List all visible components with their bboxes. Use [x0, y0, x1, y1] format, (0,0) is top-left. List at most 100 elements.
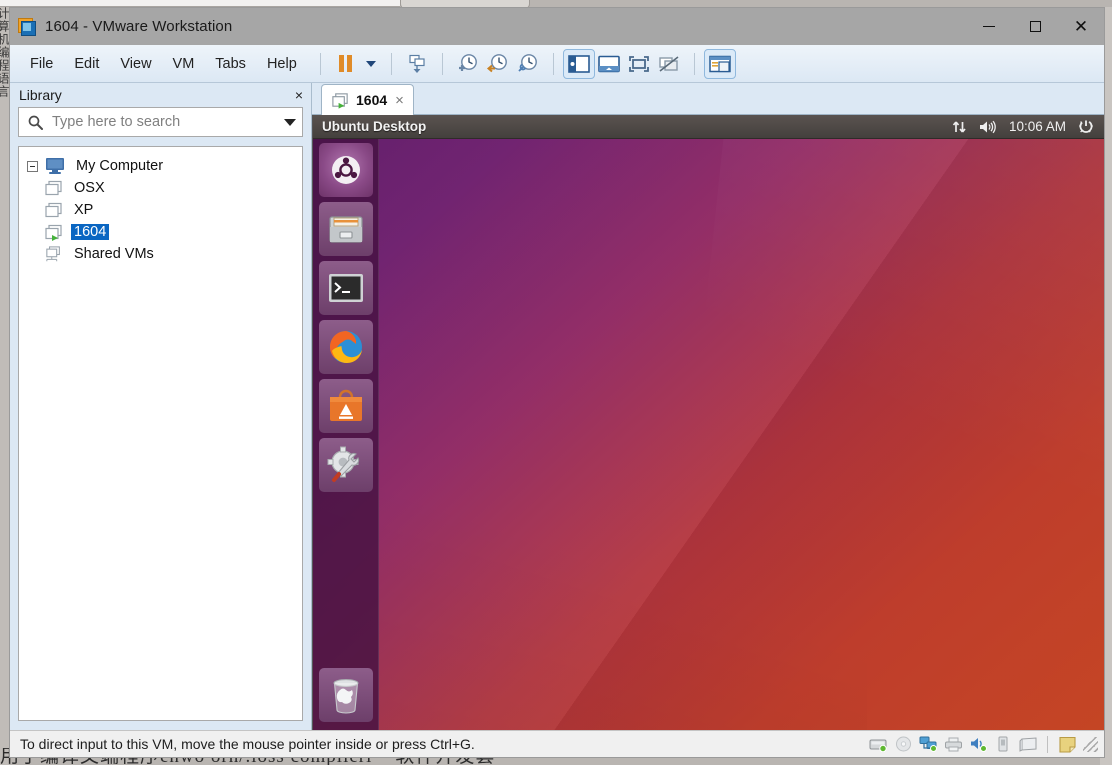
- vm-icon: [44, 180, 64, 197]
- file-manager-icon: [327, 212, 365, 246]
- library-title: Library: [19, 87, 62, 103]
- menu-view[interactable]: View: [112, 53, 159, 75]
- power-gear-icon[interactable]: [1078, 119, 1094, 135]
- window-title: 1604 - VMware Workstation: [45, 18, 232, 35]
- toolbar-separator: [694, 53, 695, 75]
- suspend-vm-button[interactable]: [331, 50, 361, 78]
- printer-device[interactable]: [942, 734, 964, 754]
- vmware-workstation-window: 1604 - VMware Workstation ✕ File Edit Vi…: [9, 7, 1105, 758]
- vm-console-screen[interactable]: Ubuntu Desktop 10:06 AM: [312, 115, 1104, 730]
- clock-back-icon: [486, 52, 509, 75]
- menu-help[interactable]: Help: [259, 53, 305, 75]
- usb-icon: [996, 736, 1010, 752]
- cd-dvd-device[interactable]: [892, 734, 914, 754]
- printer-icon: [944, 737, 963, 752]
- menu-file[interactable]: File: [22, 53, 61, 75]
- launcher-system-settings[interactable]: [319, 438, 373, 492]
- window-controls: ✕: [966, 8, 1104, 45]
- terminal-icon: [327, 272, 365, 304]
- unity-mode-button[interactable]: [654, 50, 684, 78]
- ubuntu-logo-icon: [328, 152, 364, 188]
- tree-item-osx[interactable]: OSX: [19, 177, 302, 199]
- launcher-files[interactable]: [319, 202, 373, 256]
- snapshot-icon: [406, 53, 428, 75]
- launcher-firefox[interactable]: [319, 320, 373, 374]
- fullscreen-icon: [628, 55, 650, 73]
- caret-down-icon: [366, 61, 376, 67]
- cd-icon: [895, 736, 912, 752]
- launcher-trash[interactable]: [319, 668, 373, 722]
- message-log[interactable]: [1056, 734, 1078, 754]
- console-view-button[interactable]: [705, 50, 735, 78]
- panel-clock[interactable]: 10:06 AM: [1009, 119, 1066, 134]
- library-close-button[interactable]: ×: [295, 87, 303, 103]
- pause-icon: [339, 55, 352, 72]
- console-view-icon: [709, 55, 731, 73]
- manage-snapshots-button[interactable]: [402, 50, 432, 78]
- software-center-icon: [327, 388, 365, 424]
- menu-edit[interactable]: Edit: [66, 53, 107, 75]
- library-tree[interactable]: My Computer OSX XP: [18, 146, 303, 721]
- vm-running-icon: [331, 92, 350, 109]
- display-device[interactable]: [1017, 734, 1039, 754]
- vmware-logo-icon: [18, 18, 36, 36]
- snapshot-manager-button[interactable]: [513, 50, 543, 78]
- expander-icon[interactable]: [27, 161, 38, 172]
- unity-disabled-icon: [658, 55, 680, 73]
- close-button[interactable]: ✕: [1058, 8, 1104, 45]
- main-area: Library ×: [10, 83, 1104, 730]
- firefox-icon: [326, 327, 366, 367]
- tab-close-button[interactable]: ×: [393, 92, 406, 109]
- tree-item-1604[interactable]: 1604: [19, 221, 302, 243]
- network-adapter-device[interactable]: [917, 734, 939, 754]
- network-icon: [919, 736, 938, 752]
- launcher-dash-home[interactable]: [319, 143, 373, 197]
- take-snapshot-button[interactable]: [453, 50, 483, 78]
- sound-card-device[interactable]: [967, 734, 989, 754]
- menu-toolbar: File Edit View VM Tabs Help: [10, 45, 1104, 83]
- library-search-box[interactable]: [18, 107, 303, 137]
- enter-fullscreen-button[interactable]: [624, 50, 654, 78]
- ubuntu-desktop-label: Ubuntu Desktop: [322, 119, 426, 134]
- volume-icon[interactable]: [979, 120, 997, 134]
- tree-item-xp[interactable]: XP: [19, 199, 302, 221]
- caret-down-icon[interactable]: [284, 119, 296, 126]
- clock-wrench-icon: [516, 52, 539, 75]
- computer-icon: [44, 157, 66, 175]
- thumbnail-bar-icon: [598, 55, 620, 73]
- minimize-button[interactable]: [966, 8, 1012, 45]
- hard-disk-device[interactable]: [867, 734, 889, 754]
- ubuntu-desktop-wallpaper: [313, 139, 1104, 730]
- tree-label: XP: [71, 202, 96, 218]
- trash-icon: [329, 676, 363, 714]
- tree-label: Shared VMs: [71, 246, 157, 262]
- search-icon: [28, 115, 43, 130]
- show-thumbnail-bar-button[interactable]: [594, 50, 624, 78]
- library-header: Library ×: [10, 83, 311, 106]
- wallpaper-facet: [313, 435, 867, 731]
- clock-plus-icon: [456, 52, 479, 75]
- panel-indicators: 10:06 AM: [952, 119, 1104, 135]
- power-dropdown-button[interactable]: [361, 50, 381, 78]
- launcher-terminal[interactable]: [319, 261, 373, 315]
- network-updown-icon[interactable]: [952, 120, 967, 134]
- resize-grip[interactable]: [1083, 737, 1098, 752]
- display-icon: [1019, 737, 1038, 752]
- tab-1604[interactable]: 1604 ×: [321, 84, 414, 115]
- tree-item-shared-vms[interactable]: Shared VMs: [19, 243, 302, 265]
- status-bar: To direct input to this VM, move the mou…: [10, 730, 1104, 757]
- tree-item-my-computer[interactable]: My Computer: [19, 155, 302, 177]
- unity-launcher: [313, 139, 379, 730]
- search-input[interactable]: [52, 114, 280, 130]
- revert-snapshot-button[interactable]: [483, 50, 513, 78]
- ubuntu-top-panel: Ubuntu Desktop 10:06 AM: [313, 115, 1104, 139]
- maximize-button[interactable]: [1012, 8, 1058, 45]
- menu-vm[interactable]: VM: [165, 53, 203, 75]
- background-left-text: 计算机编程语言: [0, 7, 9, 765]
- usb-device[interactable]: [992, 734, 1014, 754]
- menu-tabs[interactable]: Tabs: [207, 53, 254, 75]
- show-library-button[interactable]: [564, 50, 594, 78]
- vm-running-icon: [44, 224, 64, 241]
- launcher-ubuntu-software[interactable]: [319, 379, 373, 433]
- sidebar-panel-icon: [568, 55, 590, 73]
